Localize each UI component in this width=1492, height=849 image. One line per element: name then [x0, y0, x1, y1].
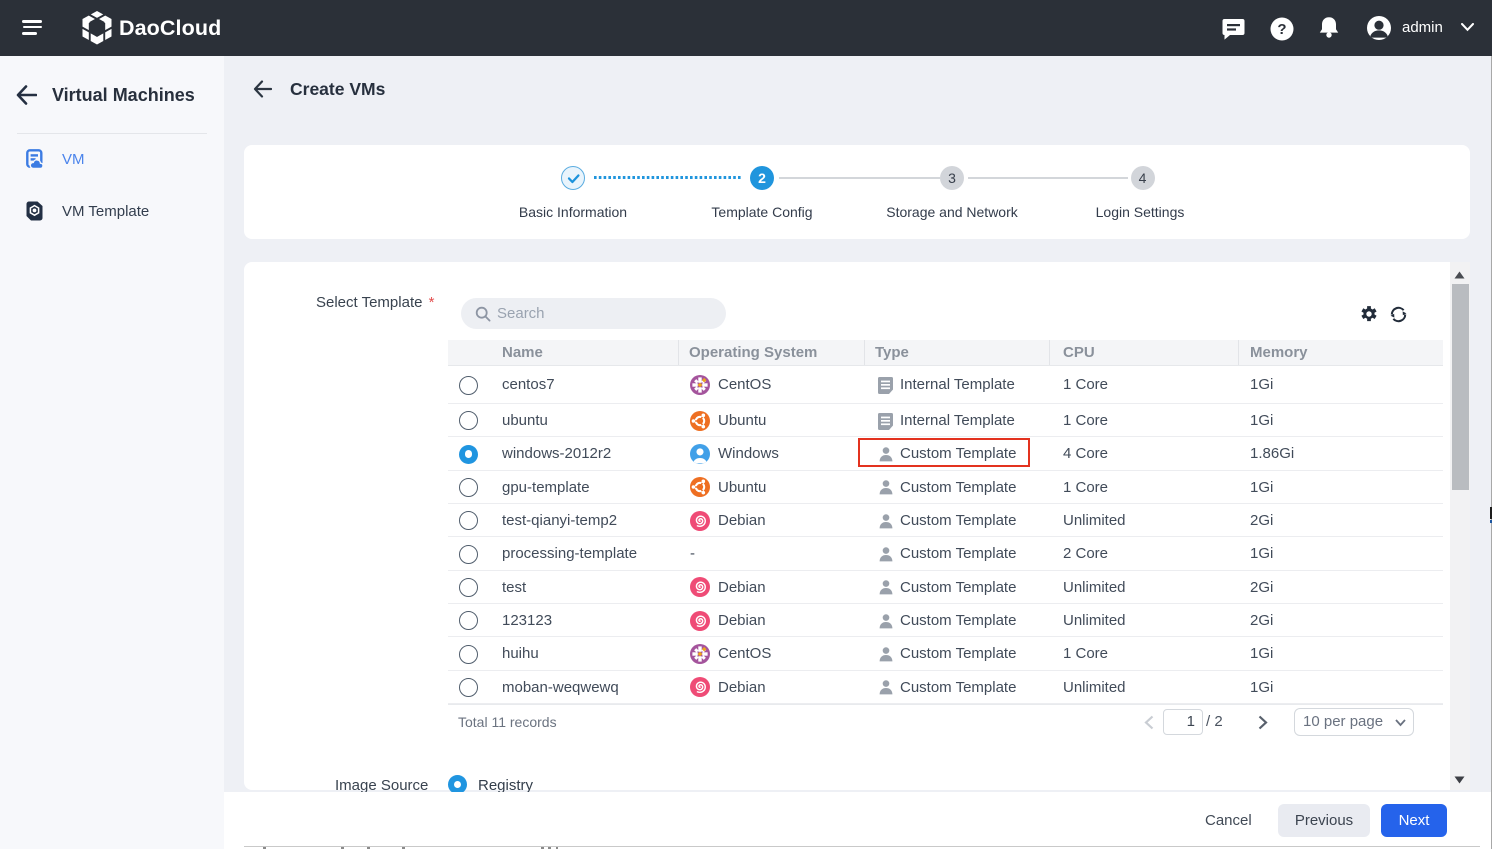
svg-text:?: ? — [1277, 21, 1286, 38]
